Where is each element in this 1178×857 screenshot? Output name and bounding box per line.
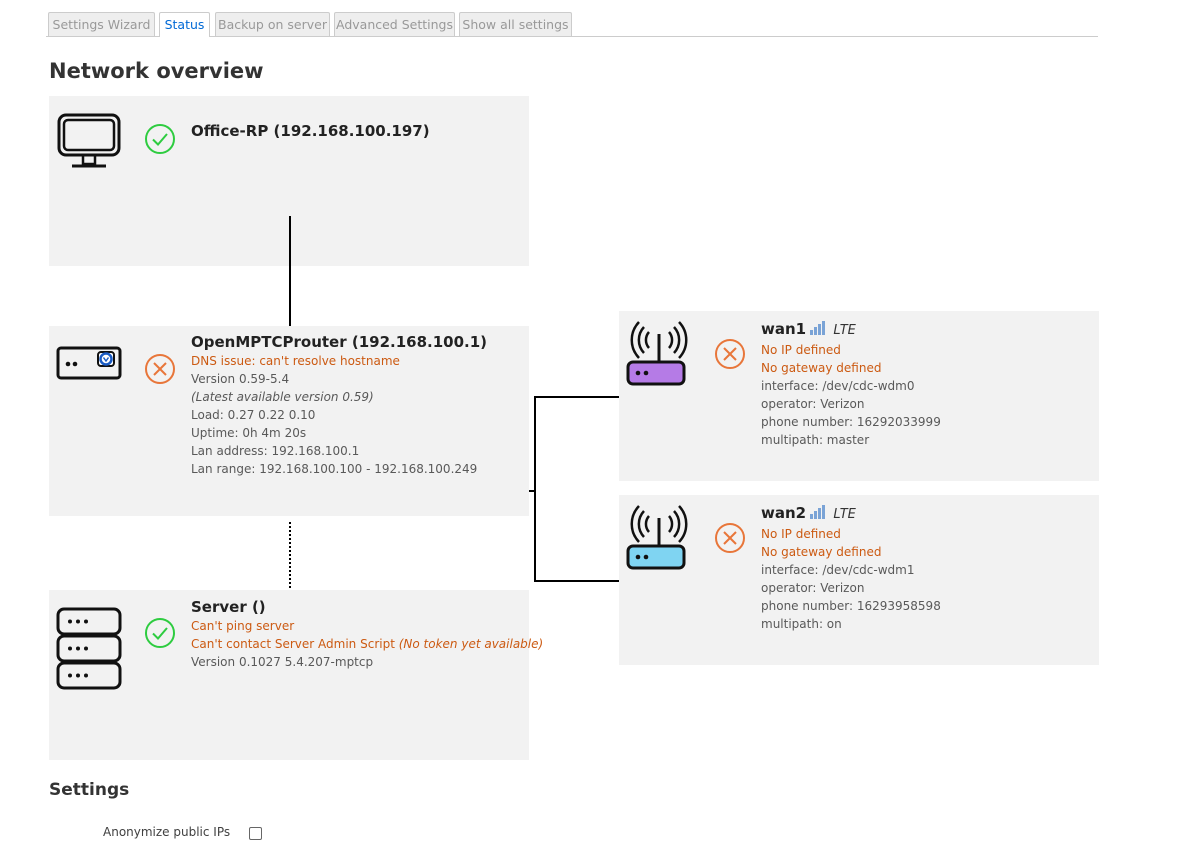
server-info: Server () Can't ping server Can't contac… xyxy=(191,597,543,671)
link-wan1 xyxy=(534,396,620,398)
router-load: Load: 0.27 0.22 0.10 xyxy=(191,408,316,422)
server-ping-error: Can't ping server xyxy=(191,619,295,633)
x-circle-icon xyxy=(715,523,745,553)
server-name: Server () xyxy=(191,598,266,616)
tab-advanced-settings[interactable]: Advanced Settings xyxy=(334,12,455,36)
wan1-phone: phone number: 16292033999 xyxy=(761,415,941,429)
link-client-router xyxy=(289,216,291,326)
signal-icon xyxy=(810,321,826,335)
wan2-no-gateway: No gateway defined xyxy=(761,545,882,559)
server-icon xyxy=(56,607,122,690)
tab-bar: Settings Wizard Status Backup on server … xyxy=(46,12,1098,37)
tab-status[interactable]: Status xyxy=(159,12,210,37)
wan2-modem-icon xyxy=(626,505,688,570)
wan2-phone: phone number: 16293958598 xyxy=(761,599,941,613)
wan1-interface: interface: /dev/cdc-wdm0 xyxy=(761,379,915,393)
router-lan-range: Lan range: 192.168.100.100 - 192.168.100… xyxy=(191,462,478,476)
wan1-no-gateway: No gateway defined xyxy=(761,361,882,375)
monitor-icon xyxy=(57,113,121,168)
tab-show-all-settings[interactable]: Show all settings xyxy=(459,12,572,36)
router-lan-address: Lan address: 192.168.100.1 xyxy=(191,444,360,458)
wan1-type: LTE xyxy=(833,323,856,338)
router-icon xyxy=(56,346,122,380)
wan2-name: wan2 xyxy=(761,504,807,522)
client-info: Office-RP (192.168.100.197) xyxy=(191,121,430,141)
server-admin-error: Can't contact Server Admin Script (No to… xyxy=(191,635,543,653)
anonymize-label: Anonymize public IPs xyxy=(103,825,231,839)
check-circle-icon xyxy=(145,124,175,154)
link-wan-bus xyxy=(534,396,536,582)
client-name: Office-RP (192.168.100.197) xyxy=(191,122,430,140)
wan1-no-ip: No IP defined xyxy=(761,343,841,357)
wan1-info: wan1 LTE No IP defined No gateway define… xyxy=(761,319,941,449)
x-circle-icon xyxy=(145,354,175,384)
signal-icon xyxy=(810,505,826,519)
check-circle-icon xyxy=(145,618,175,648)
anonymize-checkbox[interactable] xyxy=(249,827,262,840)
wan2-info: wan2 LTE No IP defined No gateway define… xyxy=(761,503,941,633)
wan1-multipath: multipath: master xyxy=(761,433,870,447)
router-info: OpenMPTCProuter (192.168.100.1) DNS issu… xyxy=(191,332,487,478)
tab-backup-on-server[interactable]: Backup on server xyxy=(215,12,330,36)
wan2-no-ip: No IP defined xyxy=(761,527,841,541)
tab-settings-wizard[interactable]: Settings Wizard xyxy=(48,12,155,36)
router-dns-error: DNS issue: can't resolve hostname xyxy=(191,354,400,368)
x-circle-icon xyxy=(715,339,745,369)
router-version: Version 0.59-5.4 xyxy=(191,372,290,386)
wan2-operator: operator: Verizon xyxy=(761,581,865,595)
wan1-modem-icon xyxy=(626,321,688,386)
router-uptime: Uptime: 0h 4m 20s xyxy=(191,426,307,440)
server-admin-error-text: Can't contact Server Admin Script xyxy=(191,637,395,651)
wan2-interface: interface: /dev/cdc-wdm1 xyxy=(761,563,915,577)
link-router-server xyxy=(289,522,291,588)
settings-heading: Settings xyxy=(49,780,130,800)
server-version: Version 0.1027 5.4.207-mptcp xyxy=(191,655,374,669)
router-latest-version: (Latest available version 0.59) xyxy=(191,390,374,404)
link-wan2 xyxy=(534,580,620,582)
wan1-name: wan1 xyxy=(761,320,807,338)
wan2-type: LTE xyxy=(833,507,856,522)
server-admin-error-note: (No token yet available) xyxy=(398,637,544,651)
wan1-operator: operator: Verizon xyxy=(761,397,865,411)
page-title: Network overview xyxy=(49,59,264,83)
wan2-multipath: multipath: on xyxy=(761,617,842,631)
router-name: OpenMPTCProuter (192.168.100.1) xyxy=(191,333,488,351)
